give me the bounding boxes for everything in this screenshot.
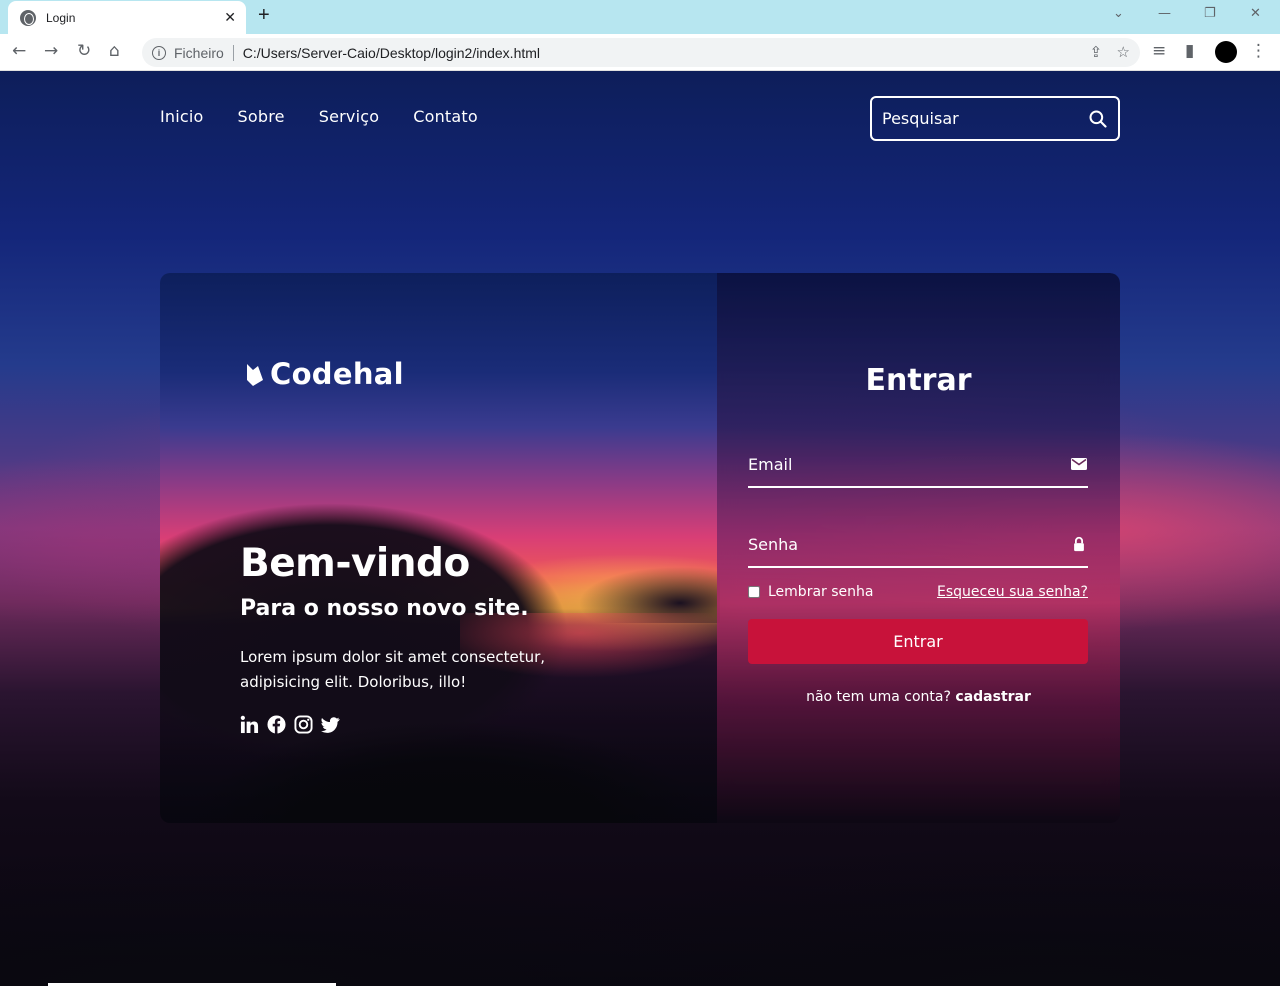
window-close-icon[interactable]: ✕: [1250, 6, 1261, 21]
search-box: [870, 96, 1120, 141]
foreground-bushes: [160, 673, 717, 823]
remember-checkbox[interactable]: [748, 586, 760, 598]
welcome-title: Bem-vindo: [240, 541, 470, 586]
home-icon[interactable]: ⌂: [109, 41, 120, 61]
nav-item-servico[interactable]: Serviço: [319, 107, 379, 126]
tab-close-icon[interactable]: ✕: [224, 9, 236, 26]
new-tab-button[interactable]: +: [258, 4, 270, 27]
remember-checkbox-row[interactable]: Lembrar senha: [748, 584, 873, 600]
nav-item-contato[interactable]: Contato: [413, 107, 478, 126]
logo: Codehal: [244, 357, 404, 391]
login-panel: Entrar Lembrar senha Esqueceu sua senha?…: [717, 273, 1120, 823]
nav-item-sobre[interactable]: Sobre: [238, 107, 285, 126]
info-icon[interactable]: i: [152, 45, 166, 60]
signup-link[interactable]: cadastrar: [955, 689, 1031, 705]
main-nav: Inicio Sobre Serviço Contato: [160, 107, 478, 126]
password-field-wrapper: [748, 526, 1088, 568]
scheme-label: Ficheiro: [174, 44, 224, 61]
welcome-description: Lorem ipsum dolor sit amet consectetur, …: [240, 648, 546, 691]
mail-icon: [1071, 458, 1087, 470]
twitter-icon[interactable]: [321, 715, 340, 734]
reload-icon[interactable]: ↻: [77, 41, 91, 61]
email-field-wrapper: [748, 446, 1088, 488]
sidebar-icon[interactable]: ▮: [1185, 41, 1194, 61]
profile-avatar[interactable]: [1215, 41, 1237, 63]
facebook-icon[interactable]: [267, 715, 286, 734]
browser-tab[interactable]: Login ✕: [8, 1, 246, 34]
tab-title: Login: [46, 10, 76, 25]
password-field[interactable]: [748, 535, 1048, 554]
mountain-shape-right: [540, 543, 720, 623]
linkedin-icon[interactable]: [240, 715, 259, 734]
logo-icon: [247, 364, 263, 386]
social-links: [240, 715, 340, 734]
minimize-icon[interactable]: —: [1158, 6, 1171, 21]
restore-icon[interactable]: ❐: [1204, 6, 1216, 21]
media-icon[interactable]: ≡: [1152, 41, 1166, 61]
menu-icon[interactable]: ⋮: [1250, 41, 1267, 61]
share-bookmark-icons[interactable]: ⇪ ☆: [1090, 43, 1130, 61]
remember-label: Lembrar senha: [768, 584, 874, 600]
email-field[interactable]: [748, 455, 1048, 474]
browser-tabbar: Login ✕ + ⌄ — ❐ ✕: [0, 0, 1280, 34]
login-button[interactable]: Entrar: [748, 619, 1088, 664]
login-card: Codehal Bem-vindo Para o nosso novo site…: [160, 273, 1120, 823]
url-text[interactable]: C:/Users/Server-Caio/Desktop/login2/inde…: [243, 45, 540, 61]
welcome-panel: Codehal Bem-vindo Para o nosso novo site…: [160, 273, 720, 823]
login-title: Entrar: [865, 363, 972, 398]
forward-icon[interactable]: →: [44, 41, 58, 61]
search-icon[interactable]: [1088, 109, 1108, 129]
nav-item-inicio[interactable]: Inicio: [160, 107, 204, 126]
address-bar[interactable]: i Ficheiro C:/Users/Server-Caio/Desktop/…: [142, 38, 1140, 67]
divider: [232, 44, 234, 61]
globe-icon: [20, 9, 36, 26]
tab-search-icon[interactable]: ⌄: [1113, 6, 1124, 21]
search-input[interactable]: [882, 109, 1072, 128]
signup-prompt: não tem uma conta?: [806, 689, 951, 705]
instagram-icon[interactable]: [294, 715, 313, 734]
welcome-subtitle: Para o nosso novo site.: [240, 596, 529, 621]
forgot-password-link[interactable]: Esqueceu sua senha?: [937, 584, 1088, 600]
browser-toolbar: ← → ↻ ⌂ i Ficheiro C:/Users/Server-Caio/…: [0, 34, 1280, 71]
signup-row: não tem uma conta? cadastrar: [717, 689, 1120, 705]
back-icon[interactable]: ←: [12, 41, 26, 61]
lock-icon: [1074, 536, 1084, 552]
logo-text: Codehal: [270, 357, 404, 391]
